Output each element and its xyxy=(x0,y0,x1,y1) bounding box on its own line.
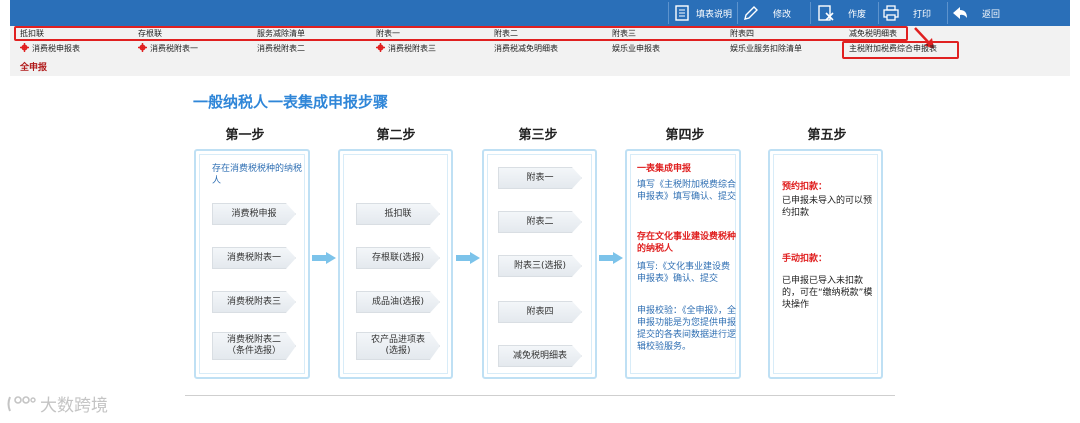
step-2-item[interactable]: 抵扣联 xyxy=(356,203,440,225)
flow-arrow-icon xyxy=(599,252,623,264)
step-1-item[interactable]: 消费税附表二 （条件选报） xyxy=(212,332,296,360)
step-2-title: 第二步 xyxy=(376,128,416,143)
toolbar-separator xyxy=(668,2,669,24)
step-4-heading-1: 一表集成申报 xyxy=(637,164,692,174)
tab-consumption-schedule-2[interactable]: 消费税附表二 xyxy=(257,43,305,54)
step-3-item[interactable]: 减免税明细表 xyxy=(498,345,582,367)
step-1-panel: 存在消费税税种的纳税人 消费税申报 消费税附表一 消费税附表三 消费税附表二 （… xyxy=(194,149,310,379)
flow-arrow-icon xyxy=(456,252,480,264)
step-4-heading-2: 存在文化事业建设费税种的纳税人 xyxy=(637,232,737,254)
gear-icon xyxy=(376,43,385,52)
document-icon xyxy=(674,5,690,21)
watermark-logo-icon xyxy=(7,395,36,411)
watermark-text: 大数跨境 xyxy=(40,396,108,416)
step-5-heading-2: 手动扣款： xyxy=(782,254,828,264)
step-5-title: 第五步 xyxy=(807,128,847,143)
step-2-item[interactable]: 存根联(选报) xyxy=(356,247,440,269)
step-3-panel: 附表一 附表二 附表三(选报) 附表四 减免税明细表 xyxy=(482,149,597,379)
printer-icon xyxy=(883,5,899,21)
tab-consumption-schedule-1[interactable]: 消费税附表一 xyxy=(138,43,198,54)
step-4-title: 第四步 xyxy=(665,128,705,143)
step-5-heading-1: 预约扣款： xyxy=(782,182,828,192)
step-3-item[interactable]: 附表二 xyxy=(498,211,582,233)
step-5-text-1: 已申报未导入的可以预约扣款 xyxy=(782,196,873,218)
step-3-item[interactable]: 附表四 xyxy=(498,301,582,323)
step-1-item[interactable]: 消费税附表一 xyxy=(212,247,296,269)
tab-label: 消费税附表三 xyxy=(388,44,436,53)
tab-consumption-schedule-3[interactable]: 消费税附表三 xyxy=(376,43,436,54)
step-1-description: 存在消费税税种的纳税人 xyxy=(212,164,303,186)
step-5-text-2: 已申报已导入未扣款的，可在“缴纳税款”模块操作 xyxy=(782,276,873,310)
tab-entertainment-return[interactable]: 娱乐业申报表 xyxy=(612,43,660,54)
page-title: 一般纳税人一表集成申报步骤 xyxy=(193,93,389,111)
edit-label: 修改 xyxy=(773,9,792,20)
back-button[interactable]: 返回 xyxy=(952,3,1000,23)
tab-main-surtax-combined-return[interactable]: 主税附加税费综合申报表 xyxy=(849,43,937,54)
toolbar-separator xyxy=(947,2,948,24)
void-document-icon xyxy=(818,5,834,21)
tab-consumption-tax-return[interactable]: 消费税申报表 xyxy=(20,43,80,54)
fill-instructions-button[interactable]: 填表说明 xyxy=(674,3,732,23)
gear-icon xyxy=(20,43,29,52)
step-4-text-2: 填写:《文化事业建设费申报表》确认、提交 xyxy=(637,262,731,284)
watermark: 大数跨境 xyxy=(6,391,108,416)
step-3-title: 第三步 xyxy=(518,128,558,143)
step-1-item[interactable]: 消费税申报 xyxy=(212,203,296,225)
step-2-panel: 抵扣联 存根联(选报) 成品油(选报) 农产品进项表 (选报) xyxy=(338,149,453,379)
pencil-icon xyxy=(743,5,759,21)
void-button[interactable]: 作废 xyxy=(818,3,866,23)
toolbar-separator xyxy=(878,2,879,24)
top-toolbar: 填表说明 修改 作废 打印 返回 xyxy=(10,0,1070,26)
back-arrow-icon xyxy=(952,5,968,21)
tab-consumption-reduction-detail[interactable]: 消费税减免明细表 xyxy=(494,43,558,54)
toolbar-separator xyxy=(737,2,738,24)
flow-arrow-icon xyxy=(312,252,336,264)
fill-instructions-label: 填表说明 xyxy=(696,9,733,20)
edit-button[interactable]: 修改 xyxy=(743,3,791,23)
tab-label: 消费税申报表 xyxy=(32,44,80,53)
step-2-item[interactable]: 成品油(选报) xyxy=(356,291,440,313)
divider xyxy=(185,395,895,396)
gear-icon xyxy=(138,43,147,52)
step-3-item[interactable]: 附表三(选报) xyxy=(498,255,582,277)
print-button[interactable]: 打印 xyxy=(883,3,931,23)
back-label: 返回 xyxy=(982,9,1001,20)
step-4-panel: 一表集成申报 填写《主税附加税费综合申报表》填写确认、提交 存在文化事业建设费税… xyxy=(625,149,741,379)
step-1-title: 第一步 xyxy=(225,128,265,143)
step-1-item[interactable]: 消费税附表三 xyxy=(212,291,296,313)
toolbar-separator xyxy=(810,2,811,24)
tab-label: 消费税附表一 xyxy=(150,44,198,53)
step-5-panel: 预约扣款： 已申报未导入的可以预约扣款 手动扣款： 已申报已导入未扣款的，可在“… xyxy=(768,149,883,379)
full-declaration-link[interactable]: 全申报 xyxy=(20,60,47,73)
step-3-item[interactable]: 附表一 xyxy=(498,167,582,189)
form-tabs-area: 抵扣联 存根联 服务减除清单 附表一 附表二 附表三 附表四 减免税明细表 消费… xyxy=(10,26,1070,76)
step-2-item[interactable]: 农产品进项表 (选报) xyxy=(356,332,440,360)
step-4-text-3: 申报校验：《全申报》，全申报功能是为您提供申报提交的各表间数据进行逻辑校验服务。 xyxy=(637,306,737,352)
print-label: 打印 xyxy=(913,9,932,20)
tab-entertainment-deduction-list[interactable]: 娱乐业服务扣除清单 xyxy=(730,43,802,54)
void-label: 作废 xyxy=(848,9,867,20)
step-4-text-1: 填写《主税附加税费综合申报表》填写确认、提交 xyxy=(637,180,737,202)
